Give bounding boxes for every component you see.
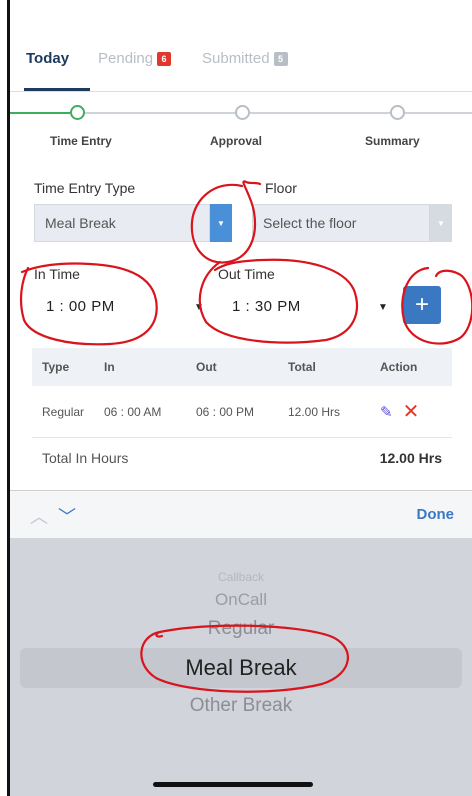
table-row: Regular 06 : 00 AM 06 : 00 PM 12.00 Hrs … [32, 386, 452, 438]
step-dot-approval [235, 105, 250, 120]
picker-option-meal-break[interactable]: Meal Break [10, 655, 472, 681]
type-picker-wheel[interactable]: Callback OnCall Regular Meal Break Other… [10, 538, 472, 796]
time-entry-type-value: Meal Break [45, 215, 116, 231]
total-hours-label: Total In Hours [42, 450, 129, 466]
col-action: Action [380, 360, 418, 374]
picker-option-regular[interactable]: Regular [10, 618, 472, 640]
picker-option-callback[interactable]: Callback [10, 570, 472, 584]
time-entry-form: Time Entry Type Floor Meal Break ▼ Selec… [22, 168, 462, 488]
in-time-caret-icon[interactable]: ▼ [194, 302, 204, 313]
step-label-time-entry: Time Entry [50, 134, 112, 148]
chevron-down-icon: ▼ [437, 218, 445, 228]
step-line-3 [405, 112, 472, 114]
tab-submitted-label: Submitted [202, 50, 270, 67]
col-out: Out [196, 360, 217, 374]
col-total: Total [288, 360, 316, 374]
chevron-up-icon[interactable]: ︿ [30, 503, 48, 529]
table-header: Type In Out Total Action [32, 348, 452, 386]
tab-today-label: Today [26, 50, 70, 67]
total-hours-value: 12.00 Hrs [379, 450, 442, 466]
cell-action: ✎ ✕ [358, 399, 452, 424]
time-entry-table: Type In Out Total Action Regular 06 : 00… [32, 348, 452, 478]
tab-pending[interactable]: Pending 6 [98, 50, 172, 67]
out-time-caret-icon[interactable]: ▼ [378, 302, 388, 313]
floor-label: Floor [265, 180, 297, 196]
step-dot-summary [390, 105, 405, 120]
floor-dropdown-button[interactable]: ▼ [430, 204, 452, 242]
cell-in: 06 : 00 AM [104, 404, 162, 419]
tab-submitted[interactable]: Submitted 5 [202, 50, 288, 67]
picker-option-oncall[interactable]: OnCall [10, 590, 472, 610]
floor-select[interactable]: Select the floor [252, 204, 430, 242]
step-line-completed [10, 112, 70, 114]
floor-placeholder: Select the floor [263, 215, 357, 231]
step-label-approval: Approval [210, 134, 263, 148]
step-dot-time-entry [70, 105, 85, 120]
tab-today[interactable]: Today [26, 50, 69, 67]
submitted-count-badge: 5 [273, 51, 288, 66]
picker-toolbar: ︿ ﹀ Done [10, 490, 472, 538]
total-hours-row: Total In Hours 12.00 Hrs [32, 438, 452, 478]
time-entry-type-label: Time Entry Type [34, 180, 136, 196]
time-entry-screen: Today Pending 6 Submitted 5 Time Entry A… [10, 0, 472, 796]
chevron-down-icon[interactable]: ﹀ [58, 503, 76, 529]
tab-pending-label: Pending [98, 50, 154, 67]
in-time-label: In Time [34, 266, 80, 282]
out-time-label: Out Time [218, 266, 275, 282]
edit-pencil-icon[interactable]: ✎ [380, 403, 393, 421]
tab-bar: Today Pending 6 Submitted 5 [10, 0, 472, 92]
col-in: In [104, 360, 115, 374]
in-time-input[interactable]: 1 : 00 PM [46, 298, 115, 315]
cell-out: 06 : 00 PM [196, 404, 255, 419]
step-label-summary: Summary [365, 134, 420, 148]
step-line-2 [250, 112, 390, 114]
pending-count-badge: 6 [157, 51, 172, 66]
add-time-entry-button[interactable]: + [403, 286, 441, 324]
time-entry-type-select[interactable]: Meal Break [34, 204, 210, 242]
progress-stepper: Time Entry Approval Summary [10, 92, 472, 162]
time-entry-type-dropdown-button[interactable]: ▼ [210, 204, 232, 242]
window-left-edge [0, 0, 10, 796]
step-line-1 [85, 112, 235, 114]
done-button[interactable]: Done [417, 506, 455, 523]
col-type: Type [42, 360, 70, 374]
active-tab-indicator [24, 88, 90, 91]
cell-type: Regular [42, 404, 85, 419]
delete-x-icon[interactable]: ✕ [403, 399, 420, 424]
cell-total: 12.00 Hrs [288, 404, 341, 419]
chevron-down-icon: ▼ [217, 218, 225, 228]
out-time-input[interactable]: 1 : 30 PM [232, 298, 301, 315]
picker-option-other-break[interactable]: Other Break [10, 695, 472, 717]
home-indicator [153, 782, 313, 787]
